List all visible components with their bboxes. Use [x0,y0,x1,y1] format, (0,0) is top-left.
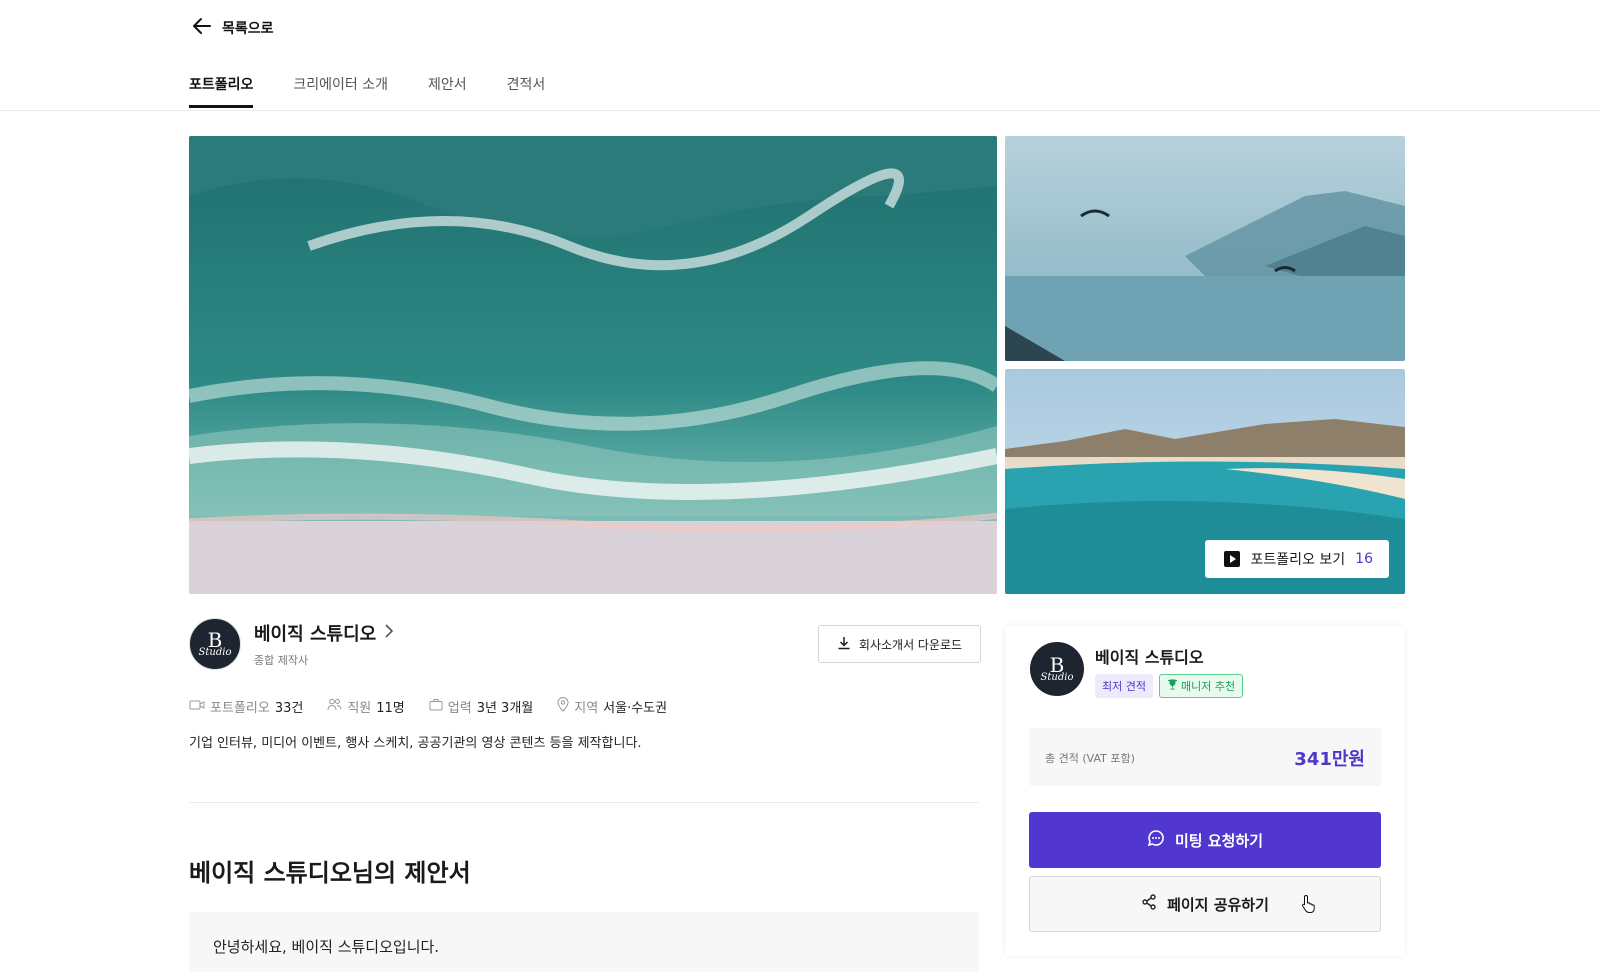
sidebar-avatar: B Studio [1030,642,1084,696]
video-library-icon [1223,550,1241,568]
logo-word: Studio [198,647,232,658]
download-brochure-label: 회사소개서 다운로드 [858,637,963,652]
hand-pointer-icon [1301,894,1317,918]
total-quote-value: 341만원 [1294,749,1365,770]
stat-key: 업력 [447,701,472,716]
proposal-greeting: 안녕하세요, 베이직 스튜디오입니다. [213,938,440,956]
download-icon [837,636,851,653]
people-icon [327,698,342,715]
download-brochure-button[interactable]: 회사소개서 다운로드 [818,625,981,663]
stat-staff: 직원 11명 [327,697,405,716]
request-meeting-label: 미팅 요청하기 [1174,831,1264,850]
share-page-button[interactable]: 페이지 공유하기 [1029,876,1381,932]
stat-key: 직원 [347,701,372,716]
lowest-quote-badge: 최저 견적 [1095,674,1153,698]
share-icon [1141,894,1157,914]
location-pin-icon [557,697,569,716]
section-divider [189,802,979,803]
view-portfolio-label: 포트폴리오 보기 [1250,552,1346,568]
proposal-title: 베이직 스튜디오님의 제안서 [189,859,471,887]
company-type: 종합 제작사 [254,654,309,667]
company-avatar: B Studio [189,618,241,670]
share-page-label: 페이지 공유하기 [1167,895,1269,914]
sidebar-badges: 최저 견적 매니저 추천 [1095,674,1244,698]
tab-quote[interactable]: 견적서 [507,64,546,108]
stat-value: 33건 [274,701,304,716]
manager-recommend-label: 매니저 추천 [1180,680,1236,693]
company-description: 기업 인터뷰, 미디어 이벤트, 행사 스케치, 공공기관의 영상 콘텐츠 등을… [189,736,642,751]
stat-value: 3년 3개월 [476,701,534,716]
stat-portfolio: 포트폴리오 33건 [189,697,303,716]
proposal-body: 안녕하세요, 베이직 스튜디오입니다. [189,912,979,972]
stat-value: 11명 [376,701,405,716]
total-quote-box: 총 견적 (VAT 포함) 341만원 [1029,728,1381,786]
stat-history: 업력 3년 3개월 [429,697,533,716]
request-meeting-button[interactable]: 미팅 요청하기 [1029,812,1381,868]
back-label: 목록으로 [222,21,274,37]
company-name: 베이직 스튜디오 [254,624,377,645]
gallery-main-image[interactable] [189,136,997,594]
total-quote-label: 총 견적 (VAT 포함) [1045,752,1135,765]
tab-proposal[interactable]: 제안서 [428,64,467,108]
tab-bar: 포트폴리오 크리에이터 소개 제안서 견적서 [189,64,545,108]
logo-word: Studio [1040,672,1074,683]
company-name-link[interactable]: 베이직 스튜디오 [254,620,394,646]
arrow-left-icon [192,16,212,40]
chevron-right-icon [384,623,394,644]
stat-value: 서울·수도권 [603,701,668,716]
manager-recommend-badge: 매니저 추천 [1158,674,1244,698]
briefcase-icon [429,698,443,715]
stat-key: 지역 [574,701,599,716]
view-portfolio-button[interactable]: 포트폴리오 보기 16 [1204,540,1389,578]
portfolio-count: 16 [1355,551,1373,567]
trophy-icon [1167,679,1178,693]
stat-key: 포트폴리오 [210,701,270,716]
video-icon [189,699,205,715]
chat-bubble-icon [1147,829,1165,851]
quote-sidebar-card: B Studio 베이직 스튜디오 최저 견적 매니저 추천 총 견적 (VAT… [1005,626,1405,956]
top-header: 목록으로 포트폴리오 크리에이터 소개 제안서 견적서 [0,0,1600,111]
gallery-image-paragliders[interactable] [1005,136,1405,361]
tab-creator-intro[interactable]: 크리에이터 소개 [293,64,388,108]
stat-region: 지역 서울·수도권 [557,697,667,716]
tab-portfolio[interactable]: 포트폴리오 [189,64,254,108]
back-to-list-link[interactable]: 목록으로 [192,16,274,40]
gallery-image-beach[interactable]: 포트폴리오 보기 16 [1005,369,1405,594]
sidebar-company-name: 베이직 스튜디오 [1095,648,1204,667]
company-header: B Studio 베이직 스튜디오 종합 제작사 [189,618,394,670]
company-stats: 포트폴리오 33건 직원 11명 업력 3년 3개월 지역 서울·수도권 [189,697,667,716]
